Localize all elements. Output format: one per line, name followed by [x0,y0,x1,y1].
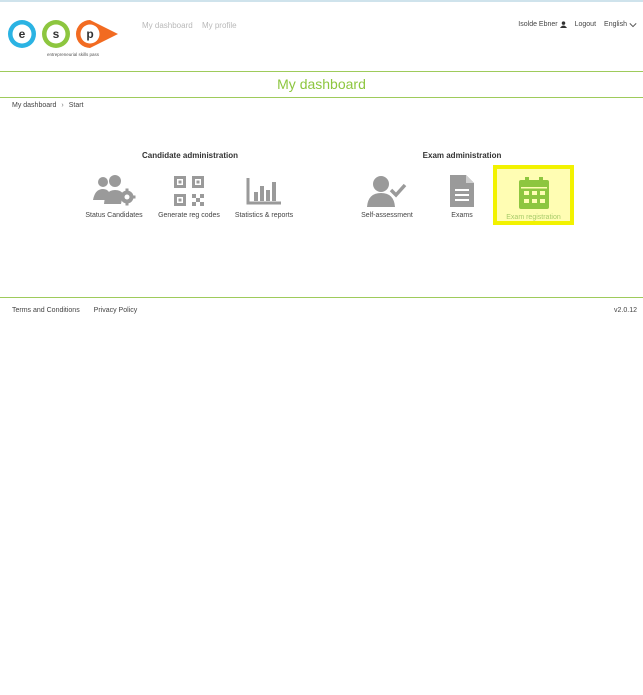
user-name: Isolde Ebner [518,21,558,28]
breadcrumb-dashboard[interactable]: My dashboard [12,102,56,109]
terms-link[interactable]: Terms and Conditions [12,307,80,314]
nav-my-dashboard[interactable]: My dashboard [142,21,193,30]
exam-admin-title: Exam administration [422,151,502,160]
language-select[interactable]: English [604,21,637,28]
header: e s p entrepreneurial skills pass My das… [0,2,643,72]
logout-link[interactable]: Logout [575,21,596,28]
qr-code-icon [174,176,204,206]
tile-exam-registration[interactable]: Exam registration [493,165,574,225]
esp-logo-graphic: e s p entrepreneurial skills pass [8,20,118,57]
logout-label: Logout [574,21,597,28]
tile-label: Statistics & reports [234,212,294,219]
tile-label: Self-assessment [361,212,413,219]
breadcrumb-separator: › [61,102,64,109]
logo-letter-s: s [53,27,60,41]
privacy-link[interactable]: Privacy Policy [94,307,138,314]
user-menu[interactable]: Isolde Ebner [518,21,567,28]
page-title: My dashboard [277,76,366,92]
footer-links: Terms and Conditions Privacy Policy [12,307,149,314]
document-icon [450,175,474,207]
tile-label: Exams [451,212,473,219]
nav-my-profile[interactable]: My profile [202,21,237,30]
version-label: v2.0.12 [614,307,637,314]
tile-statistics-reports[interactable]: Statistics & reports [230,172,298,219]
candidate-admin-title: Candidate administration [141,151,238,160]
tile-label: Status Candidates [85,212,143,219]
page-title-bar: My dashboard [0,71,643,98]
users-gear-icon [93,175,136,206]
top-nav: My dashboard My profile [142,21,244,30]
logo-letter-p: p [86,27,93,41]
user-check-icon [367,176,407,207]
tile-label: Exam registration [506,214,561,221]
logo-letter-e: e [19,27,26,41]
logo-tagline: entrepreneurial skills pass [47,52,100,57]
calendar-icon [518,177,549,209]
tile-self-assessment[interactable]: Self-assessment [355,172,419,219]
tile-label: Generate reg codes [158,212,220,219]
esp-logo[interactable]: e s p entrepreneurial skills pass [6,17,122,59]
chevron-down-icon [629,22,637,27]
breadcrumb-start[interactable]: Start [69,102,84,109]
footer: Terms and Conditions Privacy Policy v2.0… [0,297,643,318]
tile-generate-reg-codes[interactable]: Generate reg codes [155,172,223,219]
user-icon [559,21,567,28]
tile-status-candidates[interactable]: Status Candidates [80,172,148,219]
bar-chart-icon [246,178,281,205]
user-bar: Isolde Ebner Logout English [510,21,637,28]
breadcrumb: My dashboard › Start [12,102,84,109]
language-label: English [604,21,627,28]
tile-exams[interactable]: Exams [430,172,494,219]
